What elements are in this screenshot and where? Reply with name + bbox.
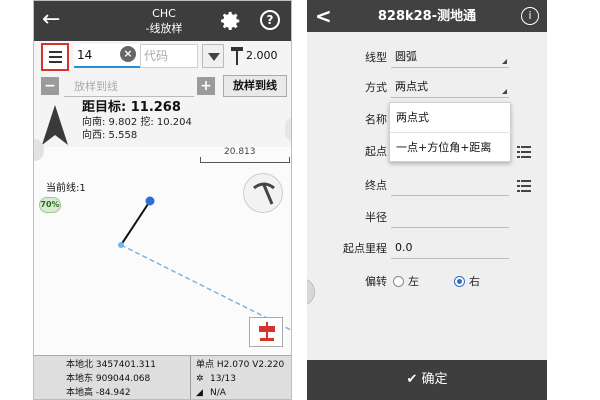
correction-age: N/A: [210, 388, 226, 398]
code-input[interactable]: 代码: [140, 44, 198, 68]
menu-icon[interactable]: [41, 43, 69, 71]
screenshot-root: ← CHC -线放样 ? 14 × 代码 2.000 − 放样到线 + 放样到线…: [0, 0, 600, 400]
help-button[interactable]: ?: [260, 10, 280, 30]
point-list-icon[interactable]: [517, 180, 531, 192]
radius-row: 半径: [307, 206, 547, 230]
stake-marker-icon: [259, 322, 275, 341]
antenna-pole-icon: [231, 47, 243, 65]
local-east: 本地东 909044.068: [66, 374, 151, 384]
point-list-icon[interactable]: [517, 146, 531, 158]
line-type-select[interactable]: 圆弧: [391, 46, 509, 68]
clear-icon[interactable]: ×: [120, 46, 136, 62]
satellite-icon: ✲: [196, 374, 204, 384]
confirm-label: 确定: [421, 372, 448, 387]
scale-value: 20.813: [224, 147, 256, 157]
deflection-right-label[interactable]: 右: [469, 270, 480, 294]
menu-bar: [49, 61, 62, 63]
decrement-button[interactable]: −: [41, 77, 59, 95]
line-definition-screen: < 828k28-测地通 i 线型 圆弧 方式 两点式 名称 起点 终点 半径 …: [307, 0, 547, 400]
back-chevron-icon[interactable]: <: [315, 3, 332, 29]
radius-input[interactable]: [391, 206, 509, 228]
name-label: 名称: [365, 113, 387, 126]
line-type-label: 线型: [365, 51, 387, 64]
local-height: 本地高 -84.942: [66, 388, 131, 398]
info-icon[interactable]: i: [521, 7, 539, 25]
confirm-button[interactable]: ✔ 确定: [307, 360, 547, 400]
checkmark-icon: ✔: [406, 372, 422, 387]
dropdown-option-two-point[interactable]: 两点式: [390, 103, 512, 133]
stake-to-line-button[interactable]: 放样到线: [223, 75, 287, 97]
pickaxe-icon: [253, 182, 275, 205]
pickaxe-tool-button[interactable]: [243, 173, 283, 213]
status-bar: 本地北 3457401.311 本地东 909044.068 本地高 -84.9…: [34, 355, 291, 399]
stake-to-line-row: − 放样到线 + 放样到线: [34, 75, 291, 99]
map-view[interactable]: 20.813 当前线:1 70%: [34, 117, 291, 355]
signal-icon: ◢: [196, 388, 203, 398]
end-point-label: 终点: [365, 179, 387, 192]
navigation-arrow-icon: [42, 105, 68, 145]
navigation-info: 距目标: 11.268 向南: 9.802 挖: 10.204 向西: 5.55…: [34, 99, 291, 147]
end-point-row: 终点: [307, 174, 547, 198]
menu-bar: [49, 51, 62, 53]
code-dropdown-button[interactable]: [202, 44, 224, 68]
satellite-count: 13/13: [210, 374, 236, 384]
method-label: 方式: [365, 81, 387, 94]
line-type-row: 线型 圆弧: [307, 46, 547, 70]
back-arrow-icon[interactable]: ←: [42, 7, 60, 33]
west-readout: 向西: 5.558: [82, 130, 138, 141]
deflection-left-label[interactable]: 左: [408, 270, 419, 294]
progress-badge: 70%: [39, 197, 61, 213]
increment-button[interactable]: +: [197, 77, 215, 95]
deflection-label: 偏转: [365, 275, 387, 288]
menu-bar: [49, 56, 62, 58]
confirm-content: ✔ 确定: [307, 370, 547, 390]
local-north: 本地北 3457401.311: [66, 360, 156, 370]
line-select-toolbar: 14 × 代码 2.000: [34, 41, 291, 73]
page-title: 828k28-测地通: [377, 9, 477, 24]
end-point-input[interactable]: [391, 174, 509, 196]
current-position-marker: [118, 242, 124, 248]
start-mileage-label: 起点里程: [343, 242, 387, 255]
stake-point-button[interactable]: [249, 317, 283, 347]
end-point-marker: [145, 196, 155, 206]
deflection-right-radio[interactable]: [454, 276, 465, 287]
radius-label: 半径: [365, 211, 387, 224]
current-line-label: 当前线:1: [46, 183, 86, 194]
stake-line-input[interactable]: 放样到线: [64, 77, 194, 97]
app-header: ← CHC -线放样 ?: [34, 1, 291, 41]
title-line-2: -线放样: [145, 22, 183, 35]
right-edge-tab[interactable]: [285, 117, 291, 141]
app-header: < 828k28-测地通 i: [307, 0, 547, 32]
status-divider: [190, 356, 191, 399]
gear-icon[interactable]: [220, 10, 242, 32]
page-title: CHC -线放样: [94, 6, 234, 36]
start-mileage-input[interactable]: 0.0: [391, 237, 509, 259]
deflection-left-radio[interactable]: [393, 276, 404, 287]
start-point-label: 起点: [365, 145, 387, 158]
deflection-row: 偏转 左 右: [307, 270, 547, 294]
method-select[interactable]: 两点式: [391, 76, 509, 98]
line-stakeout-screen: ← CHC -线放样 ? 14 × 代码 2.000 − 放样到线 + 放样到线…: [33, 0, 292, 400]
solution-status: 单点 H2.070 V2.220: [196, 360, 285, 370]
north-fill-readout: 向南: 9.802 挖: 10.204: [82, 117, 192, 128]
distance-to-target: 距目标: 11.268: [82, 100, 181, 115]
title-line-1: CHC: [152, 7, 176, 20]
start-mileage-row: 起点里程 0.0: [307, 237, 547, 261]
method-row: 方式 两点式: [307, 76, 547, 100]
antenna-height-value[interactable]: 2.000: [246, 48, 278, 64]
stake-line-segment: [120, 200, 151, 246]
method-dropdown-menu: 两点式 一点+方位角+距离: [389, 102, 512, 163]
dropdown-option-point-azimuth-distance[interactable]: 一点+方位角+距离: [390, 133, 512, 163]
